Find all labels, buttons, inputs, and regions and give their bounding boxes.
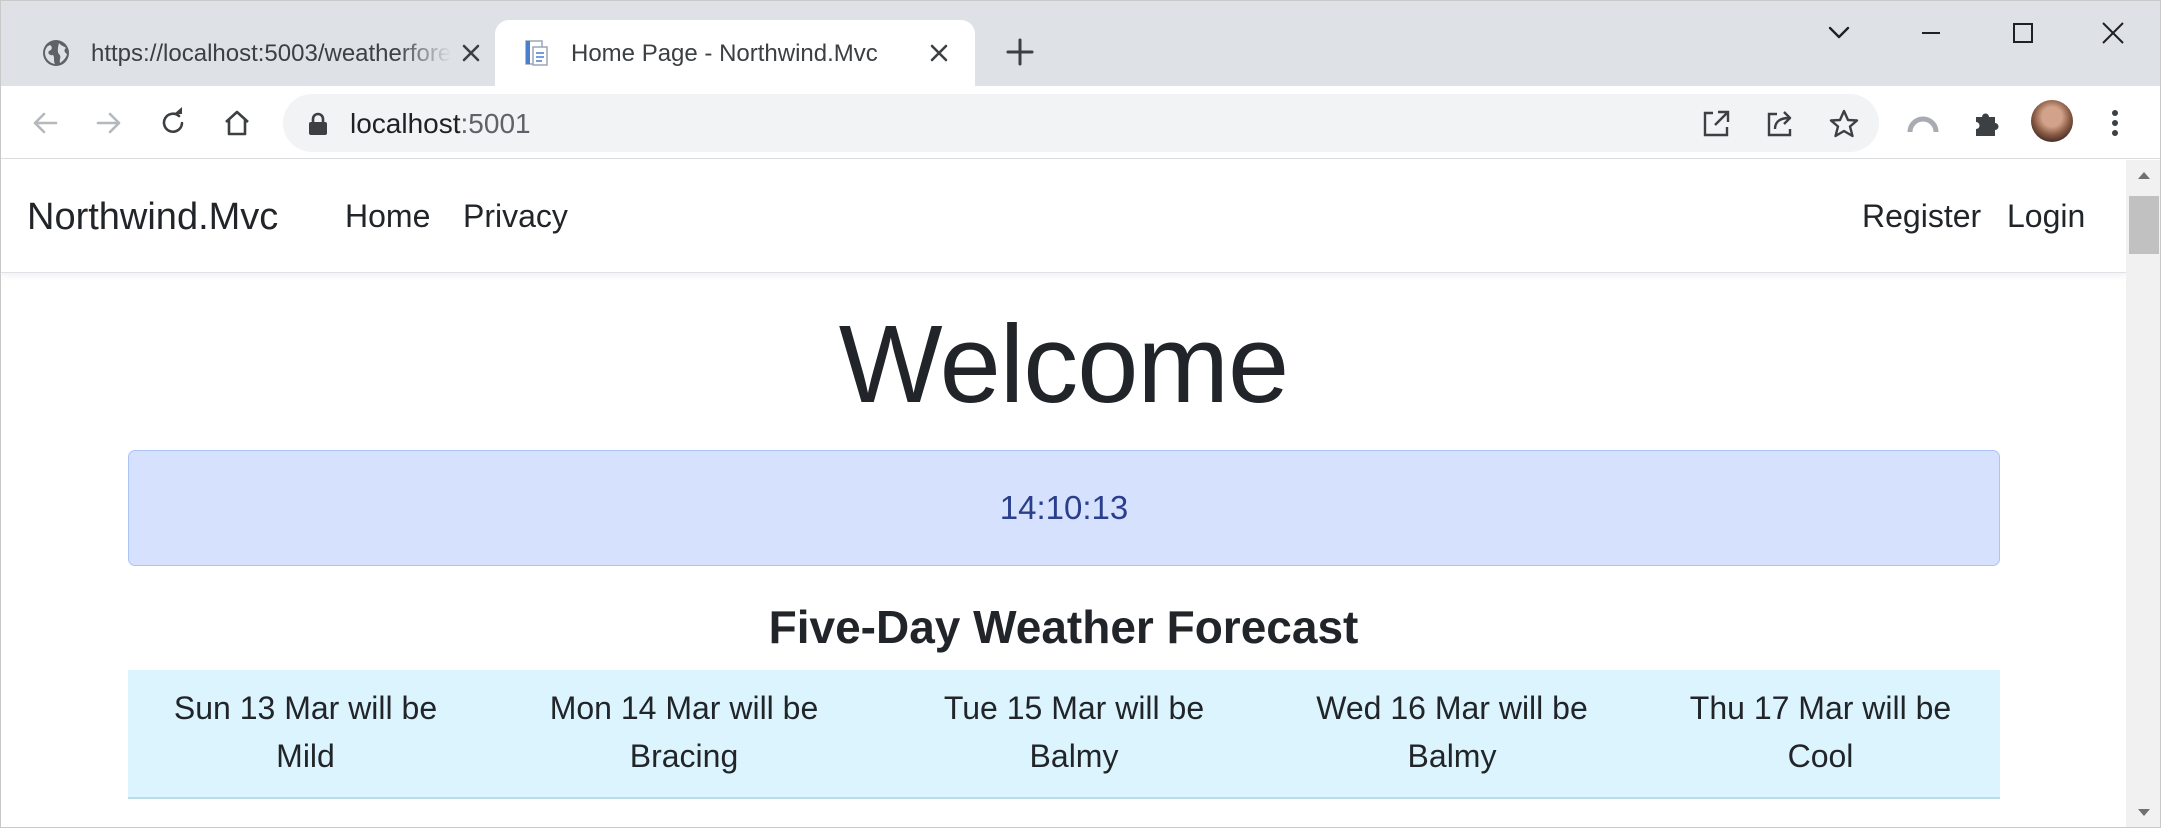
forecast-cell: Thu 17 Mar will be Cool [1641, 684, 2000, 780]
back-arrow-icon[interactable] [27, 105, 63, 141]
browser-window: https://localhost:5003/weatherforecast H… [0, 0, 2161, 828]
browser-toolbar: localhost:5001 [1, 86, 2160, 159]
address-url[interactable]: localhost:5001 [350, 108, 531, 140]
tab-title: Home Page - Northwind.Mvc [571, 40, 878, 67]
forecast-date: Thu 17 Mar will be [1689, 690, 1952, 726]
forward-arrow-icon[interactable] [91, 105, 127, 141]
nav-home-link[interactable]: Home [345, 198, 430, 235]
forecast-row: Sun 13 Mar will be Mild Mon 14 Mar will … [128, 670, 2000, 799]
share-icon[interactable] [1763, 107, 1797, 141]
lock-icon[interactable] [307, 112, 329, 136]
page-scrollbar[interactable] [2126, 160, 2160, 827]
scroll-down-arrow-icon[interactable] [2135, 806, 2153, 820]
nav-register-link[interactable]: Register [1862, 198, 1981, 235]
tab-weatherforecast[interactable]: https://localhost:5003/weatherforecast [15, 20, 495, 86]
address-host: localhost [350, 108, 461, 139]
reload-icon[interactable] [155, 105, 191, 141]
forecast-summary: Balmy [1029, 738, 1119, 774]
forecast-summary: Bracing [629, 738, 739, 774]
tab-strip: https://localhost:5003/weatherforecast H… [1, 1, 2160, 86]
open-in-new-window-icon[interactable] [1699, 107, 1733, 141]
plus-icon[interactable] [1004, 36, 1036, 68]
close-icon[interactable] [457, 39, 485, 67]
forecast-date: Wed 16 Mar will be [1316, 690, 1588, 726]
forecast-cell: Mon 14 Mar will be Bracing [483, 684, 885, 780]
forecast-cell: Wed 16 Mar will be Balmy [1263, 684, 1641, 780]
nav-login-link[interactable]: Login [2007, 198, 2085, 235]
close-icon[interactable] [925, 39, 953, 67]
tab-home-page[interactable]: Home Page - Northwind.Mvc [495, 20, 975, 86]
address-port: :5001 [460, 108, 531, 139]
page-viewport: Northwind.Mvc Home Privacy Register Logi… [1, 160, 2160, 827]
forecast-date: Mon 14 Mar will be [549, 690, 819, 726]
time-alert: 14:10:13 [128, 450, 2000, 566]
avatar[interactable] [2031, 100, 2073, 142]
forecast-summary: Balmy [1407, 738, 1497, 774]
star-icon[interactable] [1827, 107, 1861, 141]
forecast-summary: Cool [1787, 738, 1854, 774]
forecast-summary: Mild [276, 738, 335, 774]
globe-icon [43, 40, 69, 66]
current-time: 14:10:13 [999, 489, 1129, 526]
chevron-down-icon[interactable] [1821, 15, 1857, 51]
address-bar[interactable]: localhost:5001 [283, 94, 1879, 152]
kebab-menu-icon[interactable] [2097, 105, 2133, 141]
forecast-cell: Tue 15 Mar will be Balmy [885, 684, 1263, 780]
profile-sync-icon[interactable] [1905, 105, 1941, 141]
close-window-icon[interactable] [2095, 15, 2131, 51]
maximize-icon[interactable] [2005, 15, 2041, 51]
page-title: Welcome [838, 303, 1289, 426]
puzzle-icon[interactable] [1969, 105, 2005, 141]
tab-title: https://localhost:5003/weatherforecast [91, 40, 451, 67]
site-navbar: Northwind.Mvc Home Privacy Register Logi… [1, 160, 2126, 273]
forecast-heading: Five-Day Weather Forecast [768, 601, 1359, 653]
home-icon[interactable] [219, 105, 255, 141]
forecast-date: Tue 15 Mar will be [943, 690, 1205, 726]
brand-link[interactable]: Northwind.Mvc [27, 196, 278, 239]
minimize-icon[interactable] [1913, 15, 1949, 51]
scroll-up-arrow-icon[interactable] [2135, 168, 2153, 182]
forecast-cell: Sun 13 Mar will be Mild [128, 684, 483, 780]
document-icon [525, 40, 548, 66]
forecast-date: Sun 13 Mar will be [173, 690, 438, 726]
scrollbar-thumb[interactable] [2129, 196, 2159, 254]
nav-privacy-link[interactable]: Privacy [463, 198, 568, 235]
